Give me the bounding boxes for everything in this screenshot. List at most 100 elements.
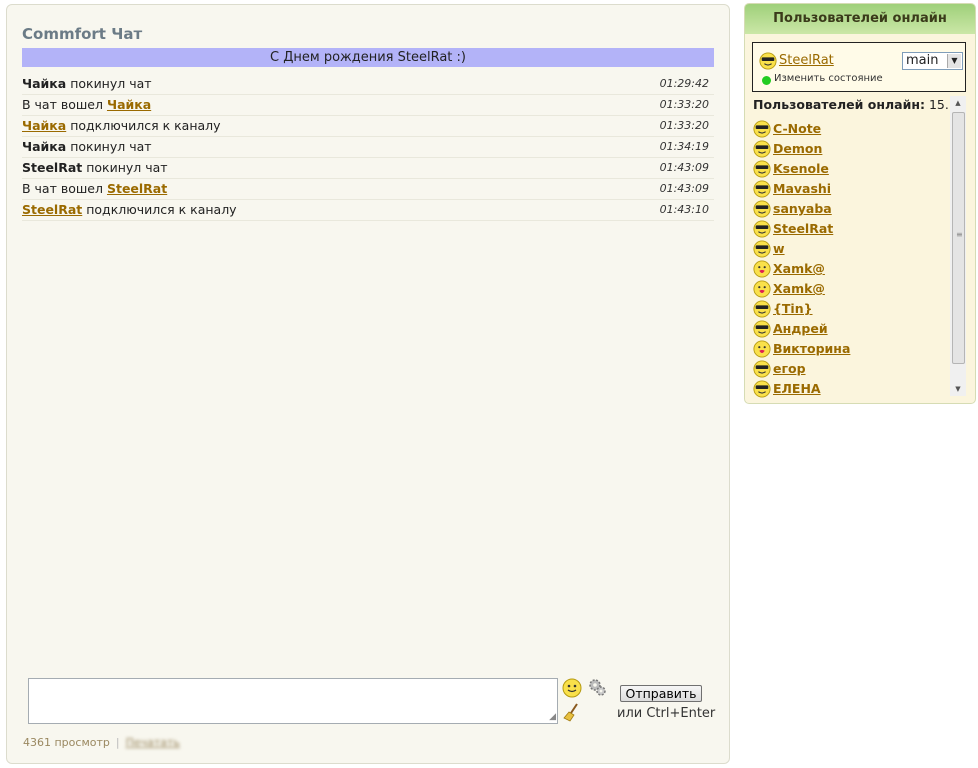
cool-smiley-icon — [753, 360, 771, 378]
chat-panel: Commfort Чат С Днем рождения SteelRat :)… — [6, 4, 730, 764]
send-button[interactable]: Отправить — [620, 685, 702, 702]
chat-title: Commfort Чат — [22, 25, 143, 43]
message-username: Чайка — [22, 139, 67, 154]
cool-smiley-icon — [753, 380, 771, 398]
gears-icon[interactable] — [587, 677, 607, 697]
cool-smiley-icon — [753, 300, 771, 318]
cool-smiley-icon — [753, 220, 771, 238]
user-list-item[interactable]: Xamk@ — [753, 278, 949, 298]
status-dot-icon — [762, 76, 771, 85]
user-name-link[interactable]: егор — [773, 359, 806, 379]
current-user-box: SteelRat main ▼ Изменить состояние — [752, 42, 966, 92]
message-time: 01:33:20 — [659, 98, 709, 111]
cool-smiley-icon — [759, 52, 777, 70]
scroll-down-icon[interactable]: ▼ — [950, 382, 966, 396]
send-shortcut-hint: или Ctrl+Enter — [617, 706, 716, 721]
online-count-value: 15. — [928, 97, 949, 112]
online-users-panel: Пользователей онлайн SteelRat main ▼ Изм… — [744, 3, 976, 404]
user-name-link[interactable]: sanyaba — [773, 199, 832, 219]
cool-smiley-icon — [753, 200, 771, 218]
message-username: SteelRat — [22, 160, 83, 175]
user-list-item[interactable]: Ksenole — [753, 158, 949, 178]
message-time: 01:43:09 — [659, 161, 709, 174]
message-text: подключился к каналу — [66, 118, 221, 133]
message-username[interactable]: SteelRat — [107, 181, 167, 196]
message-username[interactable]: SteelRat — [22, 202, 82, 217]
user-name-link[interactable]: {Tin} — [773, 299, 813, 319]
message-row: SteelRat покинул чат 01:43:09 — [22, 158, 714, 179]
cool-smiley-icon — [753, 140, 771, 158]
message-username: Чайка — [22, 76, 67, 91]
cool-smiley-icon — [753, 120, 771, 138]
message-text: подключился к каналу — [82, 202, 237, 217]
online-count-label: Пользователей онлайн: — [753, 97, 925, 112]
user-list-item[interactable]: {Tin} — [753, 298, 949, 318]
message-text: покинул чат — [66, 139, 152, 154]
user-name-link[interactable]: Xamk@ — [773, 279, 825, 299]
user-list-item[interactable]: sanyaba — [753, 198, 949, 218]
user-name-link[interactable]: Ksenole — [773, 159, 829, 179]
user-name-link[interactable]: w — [773, 239, 785, 259]
message-row: Чайка подключился к каналу 01:33:20 — [22, 116, 714, 137]
user-list-item[interactable]: Андрей — [753, 318, 949, 338]
smiley-icon[interactable] — [562, 678, 582, 698]
cool-smiley-icon — [753, 320, 771, 338]
user-name-link[interactable]: Андрей — [773, 319, 828, 339]
chevron-down-icon[interactable]: ▼ — [947, 54, 961, 68]
broom-icon[interactable] — [562, 702, 582, 722]
message-input[interactable]: ◢ — [28, 678, 558, 724]
current-user-name[interactable]: SteelRat — [779, 53, 834, 68]
announcement-banner: С Днем рождения SteelRat :) — [22, 48, 714, 67]
user-list-item[interactable]: SteelRat — [753, 218, 949, 238]
online-count: Пользователей онлайн: 15. — [753, 97, 949, 112]
message-username[interactable]: Чайка — [22, 118, 66, 133]
user-name-link[interactable]: C-Note — [773, 119, 821, 139]
user-name-link[interactable]: ЕЛЕНА — [773, 379, 821, 399]
message-row: Чайка покинул чат 01:34:19 — [22, 137, 714, 158]
user-list-item[interactable]: ЕЛЕНА — [753, 378, 949, 398]
online-users-header: Пользователей онлайн — [745, 4, 975, 34]
message-username[interactable]: Чайка — [107, 97, 151, 112]
message-row: В чат вошел SteelRat 01:43:09 — [22, 179, 714, 200]
cool-smiley-icon — [753, 240, 771, 258]
message-row: В чат вошел Чайка 01:33:20 — [22, 95, 714, 116]
view-count: 4361 просмотр — [23, 736, 110, 749]
user-list-item[interactable]: егор — [753, 358, 949, 378]
message-text: В чат вошел — [22, 181, 107, 196]
user-name-link[interactable]: Mavashi — [773, 179, 831, 199]
message-time: 01:34:19 — [659, 140, 709, 153]
user-list-item[interactable]: Викторина — [753, 338, 949, 358]
message-text: В чат вошел — [22, 97, 107, 112]
footer: 4361 просмотр | Печатать — [23, 736, 180, 749]
scroll-up-icon[interactable]: ▲ — [950, 96, 966, 110]
message-time: 01:33:20 — [659, 119, 709, 132]
user-name-link[interactable]: Demon — [773, 139, 822, 159]
channel-select[interactable]: main ▼ — [902, 52, 963, 70]
user-name-link[interactable]: SteelRat — [773, 219, 833, 239]
kiss-smiley-icon — [753, 260, 771, 278]
user-list-item[interactable]: Demon — [753, 138, 949, 158]
user-list-item[interactable]: C-Note — [753, 118, 949, 138]
message-text: покинул чат — [82, 160, 168, 175]
message-list: Чайка покинул чат 01:29:42 В чат вошел Чай… — [22, 74, 714, 221]
message-row: SteelRat подключился к каналу 01:43:10 — [22, 200, 714, 221]
cool-smiley-icon — [753, 160, 771, 178]
message-time: 01:43:10 — [659, 203, 709, 216]
scroll-thumb[interactable]: ≡ — [952, 112, 965, 364]
change-status-link[interactable]: Изменить состояние — [774, 73, 883, 84]
print-link[interactable]: Печатать — [126, 736, 180, 749]
footer-separator: | — [115, 736, 120, 749]
kiss-smiley-icon — [753, 340, 771, 358]
cool-smiley-icon — [753, 180, 771, 198]
user-name-link[interactable]: Xamk@ — [773, 259, 825, 279]
message-text: покинул чат — [66, 76, 152, 91]
resize-grip-icon[interactable]: ◢ — [549, 713, 556, 722]
user-name-link[interactable]: Викторина — [773, 339, 850, 359]
user-list-item[interactable]: Mavashi — [753, 178, 949, 198]
user-list-item[interactable]: Xamk@ — [753, 258, 949, 278]
user-list-item[interactable]: w — [753, 238, 949, 258]
message-time: 01:29:42 — [659, 77, 709, 90]
user-list-scrollbar[interactable]: ▲ ≡ ▼ — [950, 96, 966, 396]
channel-select-value: main — [906, 53, 939, 68]
message-time: 01:43:09 — [659, 182, 709, 195]
